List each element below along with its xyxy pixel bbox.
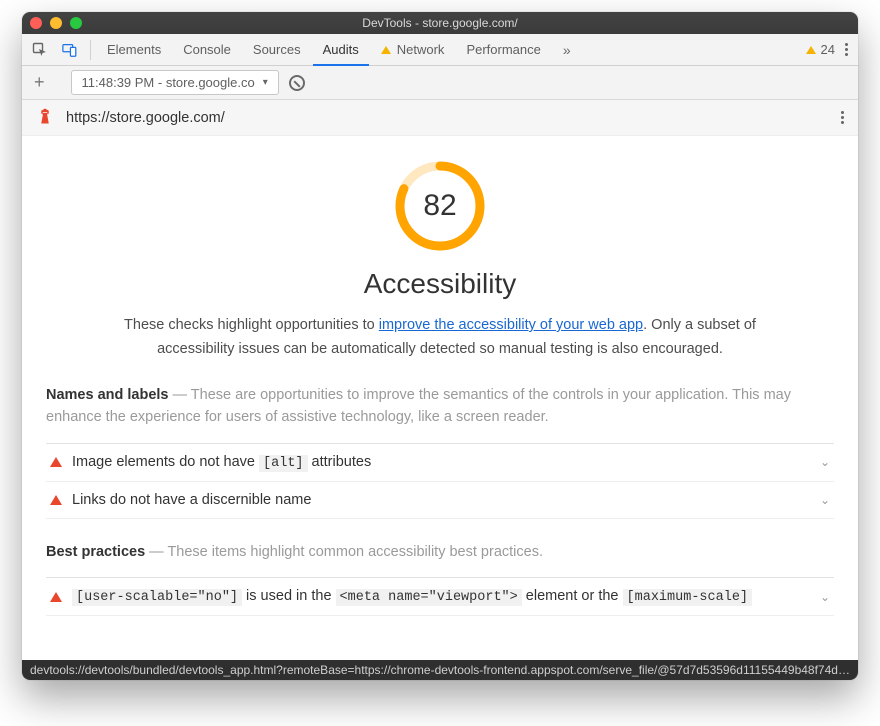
audit-image-alt[interactable]: Image elements do not have [alt] attribu… [46,444,834,482]
category-description: These checks highlight opportunities to … [120,314,760,362]
audit-title: [user-scalable="no"] is used in the <met… [72,588,752,605]
warning-icon [806,46,816,54]
tab-network-label: Network [397,42,445,57]
report-selector[interactable]: 11:48:39 PM - store.google.co ▾ [71,70,279,95]
audit-title: Image elements do not have [alt] attribu… [72,454,371,471]
chevron-down-icon: ⌄ [820,590,830,604]
inspect-element-icon[interactable] [26,36,54,64]
titlebar: DevTools - store.google.com/ [22,12,858,34]
zoom-window-button[interactable] [70,17,82,29]
chevron-down-icon: ⌄ [820,493,830,507]
report-label: 11:48:39 PM - store.google.co [82,75,255,90]
audit-list: [user-scalable="no"] is used in the <met… [46,577,834,616]
window-controls [30,17,82,29]
tab-sources[interactable]: Sources [243,34,311,66]
tab-network[interactable]: Network [371,34,455,66]
panel-tabbar: Elements Console Sources Audits Network … [22,34,858,66]
tab-overflow-button[interactable]: » [553,34,579,66]
score-value: 82 [394,160,486,252]
section-heading: Names and labels — These are opportuniti… [46,384,834,429]
tab-elements[interactable]: Elements [97,34,171,66]
section-heading: Best practices — These items highlight c… [46,541,834,563]
clear-report-icon[interactable] [289,75,305,91]
issues-counter[interactable]: 24 [806,42,835,57]
issues-count-value: 24 [821,42,835,57]
window-title: DevTools - store.google.com/ [22,16,858,30]
minimize-window-button[interactable] [50,17,62,29]
new-audit-button[interactable]: + [28,72,51,93]
audit-list: Image elements do not have [alt] attribu… [46,443,834,519]
audit-viewport-scalable[interactable]: [user-scalable="no"] is used in the <met… [46,578,834,616]
report-menu-icon[interactable] [841,111,844,124]
warning-icon [381,46,391,54]
tab-console[interactable]: Console [173,34,241,66]
status-bar: devtools://devtools/bundled/devtools_app… [22,660,858,680]
report-content: 82 Accessibility These checks highlight … [22,136,858,680]
section-best-practices: Best practices — These items highlight c… [46,541,834,616]
chevron-down-icon: ⌄ [820,455,830,469]
category-title: Accessibility [364,268,516,300]
report-url: https://store.google.com/ [66,110,225,126]
fail-icon [50,457,62,467]
close-window-button[interactable] [30,17,42,29]
tab-performance[interactable]: Performance [456,34,550,66]
score-gauge: 82 Accessibility These checks highlight … [46,154,834,362]
audits-toolbar: + 11:48:39 PM - store.google.co ▾ [22,66,858,100]
fail-icon [50,592,62,602]
report-url-bar: https://store.google.com/ [22,100,858,136]
devtools-window: DevTools - store.google.com/ Elements Co… [22,12,858,680]
fail-icon [50,495,62,505]
accessibility-learn-more-link[interactable]: improve the accessibility of your web ap… [379,317,643,333]
kebab-menu-icon[interactable] [845,43,848,56]
separator [90,40,91,60]
audit-title: Links do not have a discernible name [72,492,311,508]
section-names-labels: Names and labels — These are opportuniti… [46,384,834,519]
device-toggle-icon[interactable] [56,36,84,64]
lighthouse-icon [36,107,54,129]
dropdown-caret-icon: ▾ [263,77,268,88]
audit-link-name[interactable]: Links do not have a discernible name ⌄ [46,482,834,519]
tab-audits[interactable]: Audits [313,34,369,66]
